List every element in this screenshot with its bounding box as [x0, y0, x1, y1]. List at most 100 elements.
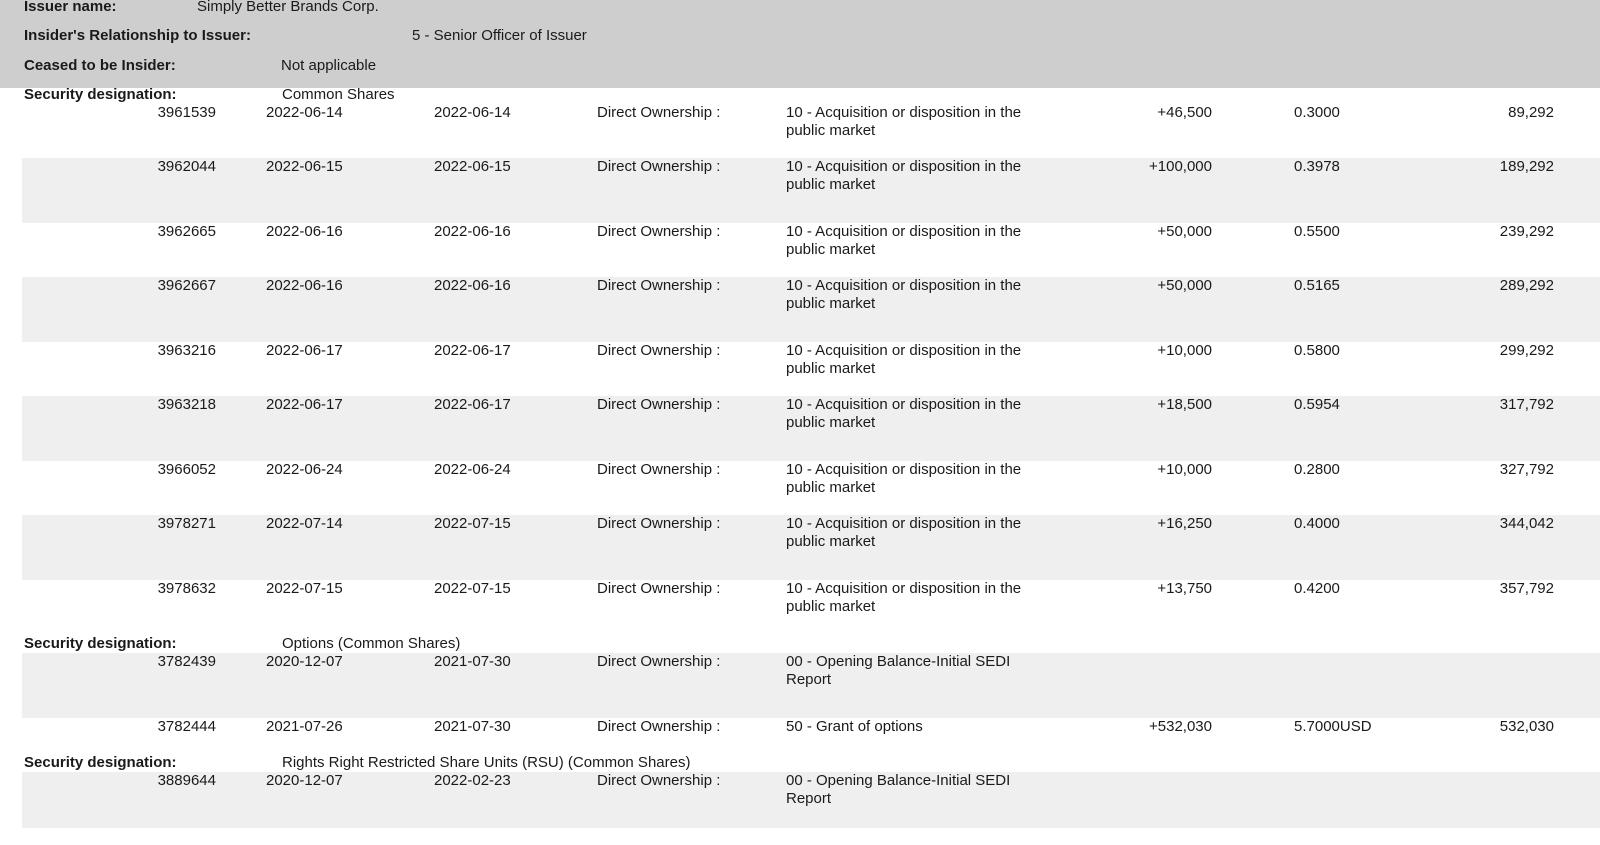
transaction-nature: 00 - Opening Balance-Initial SEDI Report — [786, 653, 1011, 688]
number-of-securities: +532,030 — [1149, 718, 1212, 735]
transaction-id: 3962665 — [157, 223, 216, 240]
closing-balance: 289,292 — [1499, 277, 1554, 294]
transaction-date: 2022-07-15 — [266, 580, 343, 597]
insider-header: Issuer name: Simply Better Brands Corp. … — [0, 0, 1600, 88]
filing-date: 2022-06-17 — [434, 342, 511, 359]
transaction-date: 2022-07-14 — [266, 515, 343, 532]
unit-price: 0.4200 — [1294, 580, 1340, 597]
ownership-type: Direct Ownership : — [597, 772, 721, 789]
ceased-value: Not applicable — [281, 57, 377, 74]
ownership-type: Direct Ownership : — [597, 718, 721, 735]
number-of-securities: +50,000 — [1157, 277, 1212, 294]
ownership-type: Direct Ownership : — [597, 342, 721, 359]
number-of-securities: +16,250 — [1157, 515, 1212, 532]
filing-date: 2022-06-24 — [434, 461, 511, 478]
table-row: 3963216 2022-06-17 2022-06-17 Direct Own… — [22, 342, 1600, 396]
ownership-type: Direct Ownership : — [597, 461, 721, 478]
number-of-securities: +46,500 — [1157, 104, 1212, 121]
closing-balance: 532,030 — [1499, 718, 1554, 735]
table-row: 3978271 2022-07-14 2022-07-15 Direct Own… — [22, 515, 1600, 580]
transaction-id: 3962044 — [157, 158, 216, 175]
transaction-date: 2021-07-26 — [266, 718, 343, 735]
ownership-type: Direct Ownership : — [597, 277, 721, 294]
closing-balance: 89,292 — [1508, 104, 1554, 121]
transaction-nature: 10 - Acquisition or disposition in the p… — [786, 223, 1022, 258]
ownership-type: Direct Ownership : — [597, 223, 721, 240]
filing-date: 2022-07-15 — [434, 580, 511, 597]
security-designation-label: Security designation: — [24, 754, 177, 771]
table-row: 3966052 2022-06-24 2022-06-24 Direct Own… — [22, 461, 1600, 515]
transaction-nature: 10 - Acquisition or disposition in the p… — [786, 396, 1022, 431]
ownership-type: Direct Ownership : — [597, 580, 721, 597]
transaction-date: 2022-06-16 — [266, 277, 343, 294]
security-designation-label: Security designation: — [24, 86, 177, 103]
number-of-securities: +10,000 — [1157, 342, 1212, 359]
transaction-nature: 50 - Grant of options — [786, 718, 923, 735]
issuer-name-label: Issuer name: — [24, 0, 117, 15]
transaction-date: 2022-06-17 — [266, 342, 343, 359]
filing-date: 2021-07-30 — [434, 718, 511, 735]
closing-balance: 327,792 — [1499, 461, 1554, 478]
table-row: 3978632 2022-07-15 2022-07-15 Direct Own… — [22, 580, 1600, 634]
number-of-securities: +18,500 — [1157, 396, 1212, 413]
transaction-id: 3782444 — [157, 718, 216, 735]
closing-balance: 357,792 — [1499, 580, 1554, 597]
transaction-nature: 10 - Acquisition or disposition in the p… — [786, 342, 1022, 377]
transaction-nature: 10 - Acquisition or disposition in the p… — [786, 580, 1022, 615]
unit-price: 0.5500 — [1294, 223, 1340, 240]
transaction-id: 3963216 — [157, 342, 216, 359]
number-of-securities: +100,000 — [1149, 158, 1212, 175]
transaction-date: 2022-06-14 — [266, 104, 343, 121]
filing-date: 2022-06-16 — [434, 223, 511, 240]
unit-price: 0.5165 — [1294, 277, 1340, 294]
transaction-id: 3966052 — [157, 461, 216, 478]
number-of-securities: +13,750 — [1157, 580, 1212, 597]
unit-price: 0.3978 — [1294, 158, 1340, 175]
table-row: 3962044 2022-06-15 2022-06-15 Direct Own… — [22, 158, 1600, 223]
transaction-date: 2022-06-15 — [266, 158, 343, 175]
filing-date: 2021-07-30 — [434, 653, 511, 670]
closing-balance: 299,292 — [1499, 342, 1554, 359]
transaction-date: 2020-12-07 — [266, 653, 343, 670]
transaction-id: 3889644 — [157, 772, 216, 789]
ownership-type: Direct Ownership : — [597, 653, 721, 670]
filing-date: 2022-06-16 — [434, 277, 511, 294]
ownership-type: Direct Ownership : — [597, 515, 721, 532]
closing-balance: 239,292 — [1499, 223, 1554, 240]
number-of-securities: +50,000 — [1157, 223, 1212, 240]
unit-price: 5.7000USD — [1294, 718, 1372, 735]
relationship-label: Insider's Relationship to Issuer: — [24, 27, 251, 44]
transaction-id: 3978271 — [157, 515, 216, 532]
filing-date: 2022-06-15 — [434, 158, 511, 175]
transaction-id: 3963218 — [157, 396, 216, 413]
filing-date: 2022-07-15 — [434, 515, 511, 532]
unit-price: 0.5954 — [1294, 396, 1340, 413]
number-of-securities: +10,000 — [1157, 461, 1212, 478]
closing-balance: 344,042 — [1499, 515, 1554, 532]
ownership-type: Direct Ownership : — [597, 158, 721, 175]
table-row: 3962665 2022-06-16 2022-06-16 Direct Own… — [22, 223, 1600, 277]
security-designation-value: Common Shares — [282, 86, 395, 103]
transaction-id: 3978632 — [157, 580, 216, 597]
security-designation-value: Rights Right Restricted Share Units (RSU… — [282, 754, 691, 771]
ownership-type: Direct Ownership : — [597, 396, 721, 413]
transaction-id: 3961539 — [157, 104, 216, 121]
table-row: 3782439 2020-12-07 2021-07-30 Direct Own… — [22, 653, 1600, 718]
transaction-date: 2020-12-07 — [266, 772, 343, 789]
table-row: 3962667 2022-06-16 2022-06-16 Direct Own… — [22, 277, 1600, 342]
transaction-date: 2022-06-16 — [266, 223, 343, 240]
filing-date: 2022-02-23 — [434, 772, 511, 789]
security-designation-label: Security designation: — [24, 635, 177, 652]
table-row: 3782444 2021-07-26 2021-07-30 Direct Own… — [22, 718, 1600, 754]
unit-price: 0.5800 — [1294, 342, 1340, 359]
unit-price: 0.3000 — [1294, 104, 1340, 121]
closing-balance: 317,792 — [1499, 396, 1554, 413]
table-row: 3961539 2022-06-14 2022-06-14 Direct Own… — [22, 104, 1600, 158]
transaction-nature: 10 - Acquisition or disposition in the p… — [786, 515, 1022, 550]
transaction-date: 2022-06-24 — [266, 461, 343, 478]
closing-balance: 189,292 — [1499, 158, 1554, 175]
transaction-id: 3782439 — [157, 653, 216, 670]
filing-date: 2022-06-14 — [434, 104, 511, 121]
unit-price: 0.4000 — [1294, 515, 1340, 532]
transaction-nature: 10 - Acquisition or disposition in the p… — [786, 461, 1022, 496]
